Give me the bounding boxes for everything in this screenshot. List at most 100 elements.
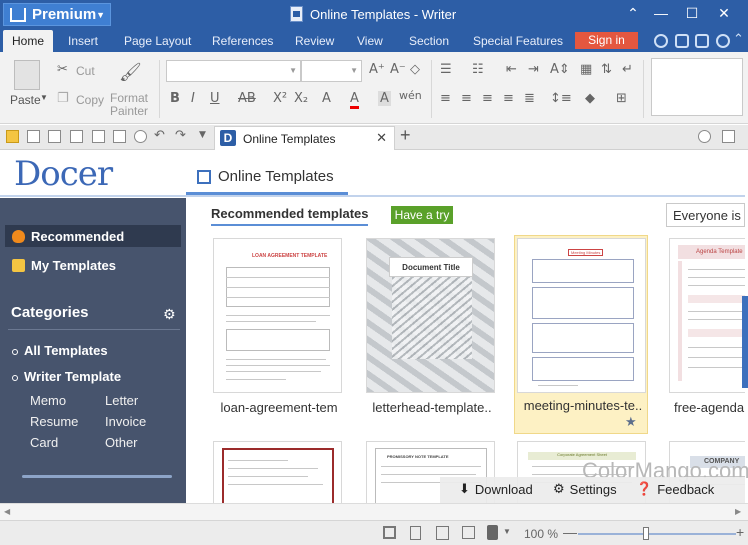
zoom-slider[interactable]: [578, 533, 736, 535]
view-dropdown-icon[interactable]: ▼: [503, 527, 511, 536]
tab-special-features[interactable]: Special Features: [473, 34, 563, 48]
export-pdf-icon[interactable]: [48, 130, 61, 143]
minimize-button[interactable]: —: [651, 5, 671, 21]
premium-button[interactable]: Premium ▼: [3, 3, 111, 26]
subcategory-card[interactable]: Card: [30, 435, 58, 450]
font-color-icon[interactable]: A: [350, 91, 359, 109]
align-right-icon[interactable]: ≡: [482, 91, 493, 106]
gear-icon[interactable]: ⚙: [163, 306, 176, 323]
paste-dropdown-icon[interactable]: ▼: [40, 93, 48, 102]
template-card-selected[interactable]: Meeting Minutes meeting-minutes-te.. ★: [514, 235, 648, 434]
font-size-field[interactable]: ▼: [301, 60, 362, 82]
print-icon[interactable]: [70, 130, 83, 143]
hand-icon[interactable]: [134, 130, 147, 143]
decrease-indent-icon[interactable]: ⇤: [506, 62, 517, 77]
save-icon[interactable]: [27, 130, 40, 143]
shading-icon[interactable]: ◆: [585, 91, 595, 106]
help-icon[interactable]: [716, 34, 730, 48]
zoom-out-button[interactable]: —: [563, 524, 577, 540]
history-icon[interactable]: [698, 130, 711, 143]
font-name-field[interactable]: ▼: [166, 60, 301, 82]
sidebar-scrollbar[interactable]: [22, 475, 172, 478]
numbering-icon[interactable]: ☷: [472, 62, 484, 77]
tab-section[interactable]: Section: [409, 34, 449, 48]
doc-tab-online-templates[interactable]: D Online Templates ✕: [214, 126, 395, 150]
sign-in-button[interactable]: Sign in: [575, 32, 638, 49]
sidebar-item-recommended[interactable]: Recommended: [5, 225, 181, 247]
subcategory-memo[interactable]: Memo: [30, 393, 66, 408]
sync-icon[interactable]: [654, 34, 668, 48]
zoom-slider-thumb[interactable]: [643, 527, 649, 540]
category-writer-template[interactable]: Writer Template: [12, 369, 121, 384]
cut-label[interactable]: Cut: [76, 64, 95, 78]
horizontal-scrollbar[interactable]: ◀ ▶: [0, 503, 748, 520]
table-icon[interactable]: ▦: [580, 62, 592, 77]
underline-icon[interactable]: U: [210, 91, 220, 106]
subcategory-resume[interactable]: Resume: [30, 414, 78, 429]
web-view-icon[interactable]: [436, 526, 449, 540]
audience-filter-select[interactable]: Everyone is: [666, 203, 745, 227]
subscript-icon[interactable]: X₂: [294, 91, 308, 106]
line-spacing-icon[interactable]: ↕≡: [550, 91, 572, 106]
strikethrough-icon[interactable]: AB: [238, 91, 256, 106]
show-marks-icon[interactable]: ↵: [622, 62, 633, 77]
redo-icon[interactable]: ↷: [175, 128, 186, 143]
text-effect-icon[interactable]: A: [322, 91, 331, 106]
styles-gallery[interactable]: [651, 58, 743, 116]
collapse-ribbon-icon[interactable]: ⌃: [623, 5, 643, 22]
increase-indent-icon[interactable]: ⇥: [528, 62, 539, 77]
settings-button[interactable]: ⚙ Settings: [553, 482, 617, 497]
close-button[interactable]: ✕: [714, 5, 734, 22]
subcategory-other[interactable]: Other: [105, 435, 138, 450]
char-shading-icon[interactable]: A: [378, 91, 391, 106]
format-painter-icon[interactable]: 🖌: [119, 62, 142, 83]
clear-format-icon[interactable]: ◇: [410, 62, 420, 77]
bold-icon[interactable]: B: [170, 91, 180, 106]
spellcheck-icon[interactable]: [113, 130, 126, 143]
tab-home[interactable]: Home: [3, 30, 54, 52]
align-center-icon[interactable]: ≡: [461, 91, 472, 106]
full-screen-icon[interactable]: [383, 526, 396, 539]
customize-dropdown-icon[interactable]: ▼: [199, 130, 206, 140]
reading-mode-icon[interactable]: [487, 525, 498, 540]
sort-icon[interactable]: ⇅: [601, 62, 612, 77]
format-painter-label-2[interactable]: Painter: [110, 104, 148, 118]
feedback-button[interactable]: ❓ Feedback: [636, 482, 714, 497]
phonetic-guide-icon[interactable]: wén: [399, 89, 422, 102]
format-painter-label-1[interactable]: Format: [110, 91, 148, 105]
text-direction-icon[interactable]: A⇕: [550, 62, 570, 77]
close-tab-icon[interactable]: ✕: [376, 130, 387, 146]
star-icon[interactable]: ★: [625, 414, 637, 430]
print-preview-icon[interactable]: [92, 130, 105, 143]
tab-view[interactable]: View: [357, 34, 383, 48]
sidebar-item-my-templates[interactable]: My Templates: [5, 254, 181, 276]
outline-view-icon[interactable]: [462, 526, 475, 539]
italic-icon[interactable]: I: [191, 91, 195, 106]
undo-icon[interactable]: ↶: [154, 128, 165, 143]
copy-label[interactable]: Copy: [76, 93, 104, 107]
tab-online-templates[interactable]: Online Templates: [186, 161, 348, 195]
chevron-up-icon[interactable]: ⌃: [733, 31, 747, 46]
grow-font-icon[interactable]: A⁺: [369, 62, 385, 77]
zoom-level[interactable]: 100 %: [524, 527, 558, 541]
download-button[interactable]: ⬇ Download: [459, 482, 533, 497]
copy-icon[interactable]: ❐: [57, 91, 69, 106]
subcategory-invoice[interactable]: Invoice: [105, 414, 146, 429]
template-thumbnail[interactable]: [213, 441, 342, 503]
bullets-icon[interactable]: ☰: [440, 62, 452, 77]
align-left-icon[interactable]: ≡: [440, 91, 451, 106]
tab-review[interactable]: Review: [295, 34, 334, 48]
category-all-templates[interactable]: All Templates: [12, 343, 108, 358]
skin-icon[interactable]: [675, 34, 689, 48]
template-card[interactable]: Document Title letterhead-template..: [366, 238, 498, 428]
maximize-button[interactable]: ☐: [682, 5, 702, 22]
distribute-icon[interactable]: ≣: [524, 91, 535, 106]
tab-page-layout[interactable]: Page Layout: [124, 34, 191, 48]
tab-insert[interactable]: Insert: [68, 34, 98, 48]
scissors-icon[interactable]: ✂: [57, 62, 68, 77]
scroll-left-icon[interactable]: ◀: [4, 507, 10, 516]
template-card[interactable]: Agenda Template free-agenda: [669, 238, 745, 428]
have-a-try-button[interactable]: Have a try: [391, 206, 453, 224]
shirt-icon[interactable]: [695, 34, 709, 48]
open-icon[interactable]: [6, 130, 19, 143]
